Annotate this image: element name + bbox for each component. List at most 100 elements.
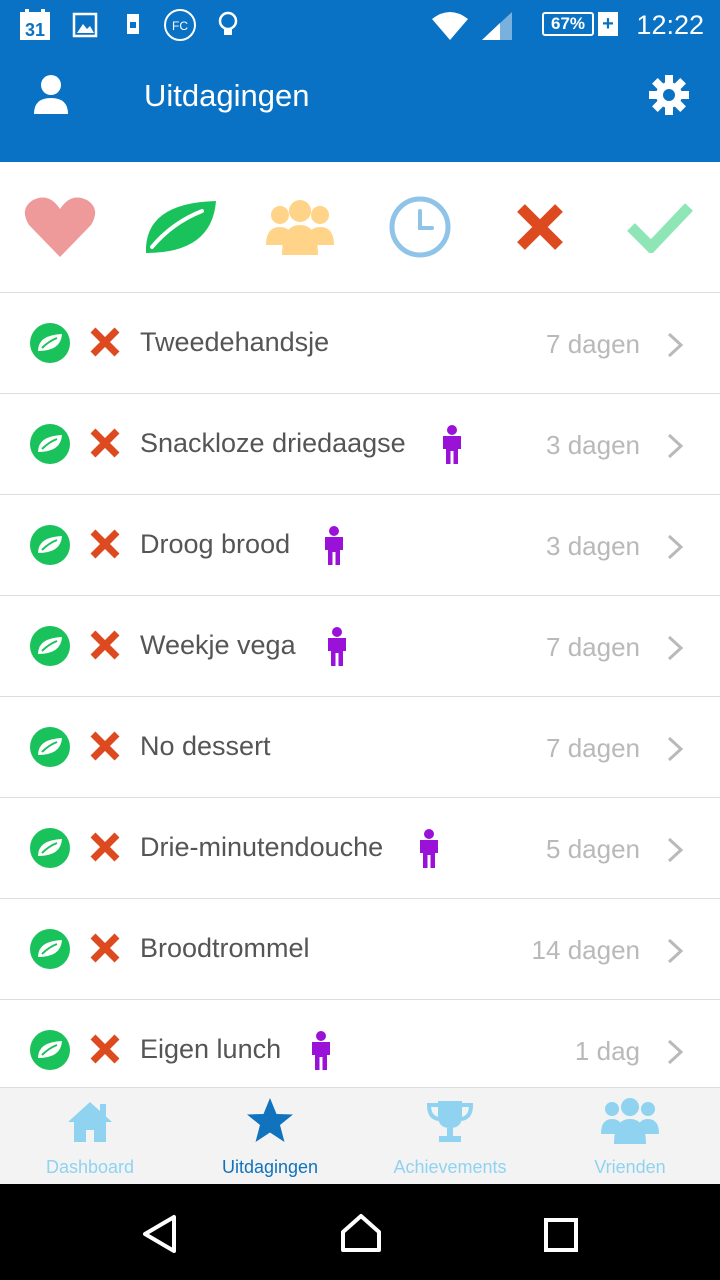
tab-achievements[interactable]: Achievements <box>360 1088 540 1185</box>
person-icon <box>325 526 343 565</box>
app-bar: Uitdagingen <box>0 52 720 162</box>
list-item[interactable]: Snackloze driedaagse 3 dagen <box>0 394 720 495</box>
x-icon <box>90 1034 120 1064</box>
filter-leaf[interactable] <box>140 192 220 262</box>
challenge-list: Tweedehandsje 7 dagen Snackloze driedaag… <box>0 293 720 1086</box>
recents-icon[interactable] <box>543 1217 579 1253</box>
list-item[interactable]: Drie-minutendouche 5 dagen <box>0 798 720 899</box>
challenge-title: Weekje vega <box>140 630 296 660</box>
person-icon <box>420 829 438 868</box>
filter-completed[interactable] <box>620 192 700 262</box>
challenge-duration: 3 dagen <box>546 430 640 460</box>
friends-icon <box>601 1098 659 1144</box>
x-icon <box>517 204 563 250</box>
tab-label: Achievements <box>393 1157 507 1177</box>
tab-vrienden[interactable]: Vrienden <box>540 1088 720 1185</box>
filter-clock[interactable] <box>380 192 460 262</box>
tab-label: Uitdagingen <box>221 1157 319 1177</box>
gear-icon[interactable] <box>648 74 690 116</box>
clock-icon <box>389 196 451 258</box>
battery-indicator: 67% <box>542 12 594 36</box>
leaf-badge-icon <box>30 727 70 767</box>
x-icon <box>90 832 120 862</box>
challenge-duration: 14 dagen <box>531 935 640 965</box>
x-icon <box>90 731 120 761</box>
tab-dashboard[interactable]: Dashboard <box>0 1088 180 1185</box>
page-title: Uitdagingen <box>144 78 310 113</box>
image-icon <box>72 12 98 38</box>
signal-icon <box>482 12 512 40</box>
challenge-title: Drie-minutendouche <box>140 832 384 862</box>
filter-group[interactable] <box>260 192 340 262</box>
chevron-right-icon <box>667 332 684 358</box>
chevron-right-icon <box>667 534 684 560</box>
challenge-duration: 7 dagen <box>546 632 640 662</box>
challenge-duration: 7 dagen <box>546 733 640 763</box>
challenge-title: Droog brood <box>140 529 291 559</box>
challenge-title: Eigen lunch <box>140 1034 282 1064</box>
back-icon[interactable] <box>140 1214 180 1254</box>
leaf-badge-icon <box>30 929 70 969</box>
heart-icon <box>24 197 96 257</box>
fc-icon: FC <box>164 9 196 41</box>
x-icon <box>90 428 120 458</box>
filter-heart[interactable] <box>20 192 100 262</box>
calendar-icon: 31 <box>20 9 50 40</box>
person-icon <box>443 425 461 464</box>
challenge-duration: 3 dagen <box>546 531 640 561</box>
tab-label: Vrienden <box>594 1157 666 1177</box>
chevron-right-icon <box>667 837 684 863</box>
leaf-badge-icon <box>30 424 70 464</box>
list-item[interactable]: Eigen lunch 1 dag <box>0 1000 720 1086</box>
challenge-title: Snackloze driedaagse <box>140 428 406 458</box>
star-icon <box>247 1098 293 1142</box>
check-icon <box>627 203 693 253</box>
tab-uitdagingen[interactable]: Uitdagingen <box>180 1088 360 1185</box>
challenge-title: Broodtrommel <box>140 933 310 963</box>
leaf-badge-icon <box>30 828 70 868</box>
sim-card-icon <box>127 14 139 34</box>
chevron-right-icon <box>667 1039 684 1065</box>
x-icon <box>90 933 120 963</box>
challenge-duration: 5 dagen <box>546 834 640 864</box>
fc-label: FC <box>172 19 188 33</box>
battery-charging-icon: + <box>598 12 618 36</box>
filter-declined[interactable] <box>500 192 580 262</box>
challenge-duration: 7 dagen <box>546 329 640 359</box>
bottom-tab-bar: Dashboard Uitdagingen Achievements Vrien… <box>0 1087 720 1185</box>
home-icon <box>68 1102 112 1142</box>
list-item[interactable]: Broodtrommel 14 dagen <box>0 899 720 1000</box>
list-item[interactable]: Tweedehandsje 7 dagen <box>0 293 720 394</box>
wifi-icon <box>432 12 468 40</box>
chevron-right-icon <box>667 736 684 762</box>
group-icon <box>266 200 334 255</box>
person-icon[interactable] <box>32 74 70 116</box>
chevron-right-icon <box>667 635 684 661</box>
chevron-right-icon <box>667 433 684 459</box>
x-icon <box>90 529 120 559</box>
trophy-icon <box>426 1101 474 1142</box>
leaf-badge-icon <box>30 525 70 565</box>
leaf-icon <box>145 201 216 253</box>
home-nav-icon[interactable] <box>340 1212 382 1254</box>
person-icon <box>328 627 346 666</box>
x-icon <box>90 630 120 660</box>
challenge-title: Tweedehandsje <box>140 327 330 357</box>
chevron-right-icon <box>667 938 684 964</box>
leaf-badge-icon <box>30 1030 70 1070</box>
x-icon <box>90 327 120 357</box>
calendar-day: 31 <box>25 20 45 40</box>
filter-bar <box>0 162 720 293</box>
status-bar: 31 FC 67% + 12:22 <box>0 0 720 52</box>
list-item[interactable]: No dessert 7 dagen <box>0 697 720 798</box>
list-item[interactable]: Weekje vega 7 dagen <box>0 596 720 697</box>
system-nav-bar <box>0 1184 720 1280</box>
challenge-title: No dessert <box>140 731 271 761</box>
status-time: 12:22 <box>636 10 704 40</box>
leaf-badge-icon <box>30 626 70 666</box>
list-item[interactable]: Droog brood 3 dagen <box>0 495 720 596</box>
challenge-duration: 1 dag <box>574 1036 640 1066</box>
tab-label: Dashboard <box>45 1157 135 1177</box>
person-icon <box>312 1031 330 1070</box>
leaf-badge-icon <box>30 323 70 363</box>
